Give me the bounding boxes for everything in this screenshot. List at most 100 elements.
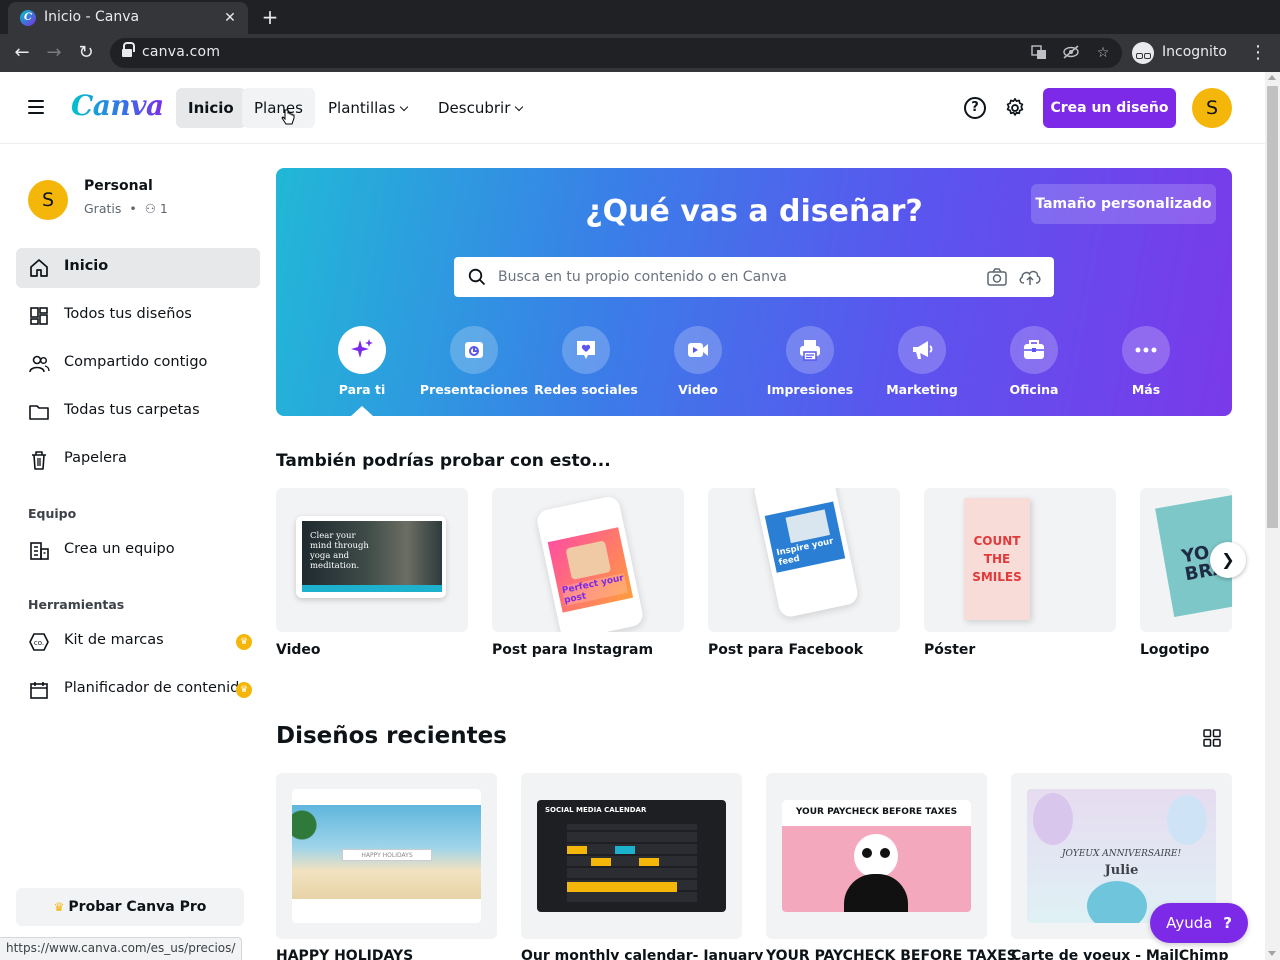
- grid-view-icon[interactable]: [1203, 729, 1221, 747]
- nav-planes[interactable]: Planes: [242, 88, 315, 128]
- suggestion-label: Video: [276, 642, 321, 658]
- calendar-block: [591, 858, 611, 866]
- category-impresiones[interactable]: Impresiones: [755, 324, 865, 404]
- nav-plantillas[interactable]: Plantillas: [316, 88, 419, 128]
- panda-eye: [880, 848, 890, 858]
- question-icon: ?: [1223, 914, 1232, 932]
- try-pro-button[interactable]: ♛ Probar Canva Pro: [16, 888, 244, 926]
- new-tab-button[interactable]: +: [258, 5, 282, 29]
- bookmark-star-icon[interactable]: ☆: [1094, 44, 1112, 62]
- create-design-button[interactable]: Crea un diseño: [1043, 88, 1176, 128]
- forward-button[interactable]: →: [42, 41, 66, 65]
- account-name[interactable]: Personal: [84, 178, 153, 194]
- nav-plantillas-label: Plantillas: [328, 99, 396, 117]
- category-label: Para ti: [338, 382, 386, 397]
- incognito-icon: [1132, 42, 1154, 64]
- chevron-down-icon: [400, 102, 409, 112]
- reload-button[interactable]: ↻: [74, 41, 98, 65]
- nav-descubrir-label: Descubrir: [438, 99, 511, 117]
- camera-search-icon[interactable]: [986, 267, 1008, 287]
- recent-design-card[interactable]: SOCIAL MEDIA CALENDAR: [521, 773, 742, 939]
- recent-design-thumbnail: YOUR PAYCHECK BEFORE TAXES: [782, 800, 971, 912]
- phone-mockup: Inspire your feed: [752, 488, 860, 619]
- category-video[interactable]: Video: [643, 324, 753, 404]
- panda-eye: [862, 848, 872, 858]
- category-icon-wrap: [898, 326, 946, 374]
- category-para-ti[interactable]: Para ti: [307, 324, 417, 404]
- paycheck-header: YOUR PAYCHECK BEFORE TAXES: [782, 800, 971, 826]
- chevron-down-icon: [515, 102, 524, 112]
- trash-icon: [32, 451, 46, 470]
- user-avatar[interactable]: S: [1192, 88, 1232, 128]
- video-thumb-image: Clear your mind through yoga and meditat…: [302, 521, 442, 585]
- nav-descubrir[interactable]: Descubrir: [426, 88, 534, 128]
- briefcase-icon: [1024, 340, 1044, 359]
- sidebar-item-create-team[interactable]: Crea un equipo: [16, 531, 260, 571]
- translate-icon[interactable]: [1030, 44, 1048, 62]
- recent-design-card[interactable]: HAPPY HOLIDAYS: [276, 773, 497, 939]
- sidebar-item-brand-kit[interactable]: co. Kit de marcas ♛: [16, 622, 260, 662]
- presentation-icon: [465, 342, 483, 358]
- upload-cloud-icon[interactable]: [1018, 267, 1042, 287]
- calendar-block: [567, 882, 677, 892]
- category-mas[interactable]: Más: [1091, 324, 1201, 404]
- category-label: Redes sociales: [534, 382, 638, 397]
- category-oficina[interactable]: Oficina: [979, 324, 1089, 404]
- carousel-next-button[interactable]: ❯: [1210, 542, 1246, 578]
- page-scrollbar[interactable]: [1265, 72, 1280, 960]
- search-box[interactable]: [454, 257, 1054, 297]
- instagram-post-image: Perfect your post: [547, 527, 634, 613]
- browser-menu-icon[interactable]: ⋮: [1248, 41, 1268, 65]
- browser-tab[interactable]: C Inicio - Canva ✕: [8, 2, 248, 34]
- member-icon: ⚇: [144, 201, 156, 216]
- sidebar-item-folders[interactable]: Todas tus carpetas: [16, 392, 260, 432]
- facebook-thumb-text: Inspire your feed: [775, 536, 835, 569]
- canva-logo[interactable]: Canva: [71, 89, 164, 122]
- category-marketing[interactable]: Marketing: [867, 324, 977, 404]
- megaphone-icon: [913, 341, 933, 359]
- printer-icon: [800, 340, 820, 361]
- help-icon[interactable]: ?: [964, 97, 986, 119]
- team-section-heading: Equipo: [28, 506, 77, 521]
- suggestion-card-logo[interactable]: YO BRAN Logotipo: [1140, 488, 1232, 668]
- scroll-up-icon[interactable]: [1268, 75, 1276, 80]
- eye-off-icon[interactable]: [1062, 44, 1080, 62]
- category-redes-sociales[interactable]: Redes sociales: [531, 324, 641, 404]
- search-input[interactable]: [498, 257, 968, 297]
- calendar-grid: [567, 824, 697, 902]
- sidebar-item-planner[interactable]: Planificador de contenido ♛: [16, 670, 260, 710]
- suggestion-label: Post para Facebook: [708, 642, 864, 658]
- sidebar-item-inicio[interactable]: Inicio: [16, 248, 260, 288]
- scrollbar-thumb[interactable]: [1267, 86, 1278, 528]
- palm-placeholder: [292, 805, 332, 865]
- sidebar-item-label: Compartido contigo: [64, 354, 208, 370]
- category-icon-wrap: [674, 326, 722, 374]
- birthday-thumb-name: Julie: [1104, 863, 1139, 878]
- account-plan-label: Gratis: [84, 201, 122, 216]
- help-chat-button[interactable]: Ayuda ?: [1150, 903, 1248, 943]
- sidebar-item-trash[interactable]: Papelera: [16, 440, 260, 480]
- category-presentaciones[interactable]: Presentaciones: [419, 324, 529, 404]
- calendar-thumb-title: SOCIAL MEDIA CALENDAR: [545, 806, 647, 814]
- panda-body: [844, 874, 908, 912]
- crown-icon: ♛: [236, 634, 252, 650]
- gear-icon[interactable]: [1004, 97, 1026, 119]
- address-bar[interactable]: canva.com ☆: [110, 38, 1122, 68]
- back-button[interactable]: ←: [10, 41, 34, 65]
- account-avatar[interactable]: S: [28, 180, 68, 220]
- people-icon: [29, 355, 50, 373]
- sidebar-item-shared[interactable]: Compartido contigo: [16, 344, 260, 384]
- close-tab-icon[interactable]: ✕: [220, 8, 240, 28]
- sidebar-item-label: Inicio: [64, 258, 109, 274]
- sidebar-item-label: Planificador de contenido: [64, 680, 249, 696]
- recent-design-thumbnail: SOCIAL MEDIA CALENDAR: [537, 800, 726, 912]
- custom-size-button[interactable]: Tamaño personalizado: [1031, 184, 1216, 224]
- browser-toolbar: ← → ↻ canva.com ☆: [0, 34, 1280, 72]
- scroll-down-icon[interactable]: [1268, 951, 1276, 956]
- category-label: Marketing: [886, 382, 958, 397]
- nav-inicio[interactable]: Inicio: [176, 88, 246, 128]
- sidebar-item-designs[interactable]: Todos tus diseños: [16, 296, 260, 336]
- recent-design-card[interactable]: YOUR PAYCHECK BEFORE TAXES: [766, 773, 987, 939]
- tab-title: Inicio - Canva: [44, 9, 140, 25]
- hamburger-menu-icon[interactable]: [28, 100, 44, 114]
